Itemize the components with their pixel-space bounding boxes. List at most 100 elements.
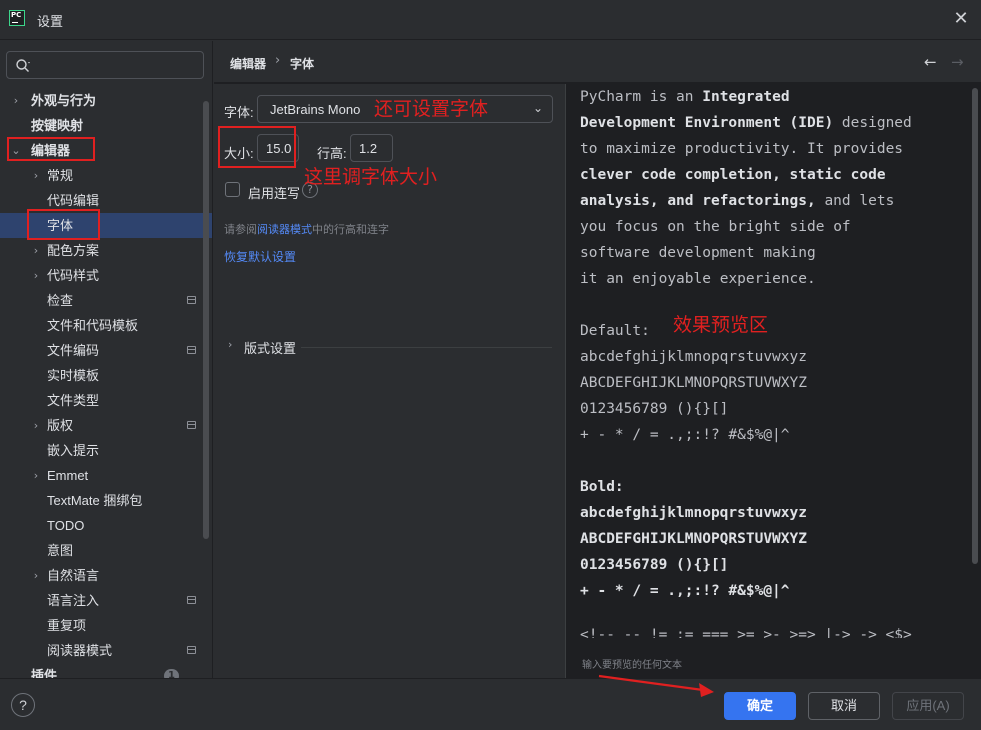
sidebar-item-label: 嵌入提示 bbox=[47, 443, 100, 458]
sidebar-item-label: 自然语言 bbox=[47, 568, 100, 583]
settings-tree: › 外观与行为 按键映射 ⌄ 编辑器 › 常规 代码编辑 字体 › 配色方案 › 代码样式 检查 文件和代码… bbox=[0, 88, 212, 678]
preview-line: abcdefghijklmnopqrstuvwxyz bbox=[580, 349, 807, 365]
sidebar-item[interactable]: 文件和代码模板 bbox=[0, 313, 212, 338]
chevron-right-icon[interactable]: › bbox=[30, 263, 42, 288]
breadcrumb-current: 字体 bbox=[290, 57, 315, 71]
preview-line: it an enjoyable experience. bbox=[580, 271, 816, 287]
font-family-value: JetBrains Mono bbox=[270, 102, 361, 117]
sidebar-item[interactable]: 文件编码 bbox=[0, 338, 212, 363]
font-label: 字体: bbox=[224, 105, 254, 120]
preview-line: 0123456789 (){}[] bbox=[580, 557, 729, 573]
chevron-right-icon[interactable]: › bbox=[30, 238, 42, 263]
preview-line: ABCDEFGHIJKLMNOPQRSTUVWXYZ bbox=[580, 531, 807, 547]
sidebar-item-label: 阅读器模式 bbox=[47, 643, 113, 658]
sidebar-item-label: TextMate 捆绑包 bbox=[47, 493, 143, 508]
chevron-right-icon[interactable]: › bbox=[10, 88, 22, 113]
annotation-font-note: 还可设置字体 bbox=[374, 98, 489, 120]
reader-mode-link[interactable]: 阅读器模式 bbox=[257, 224, 312, 236]
sidebar-item-label: 配色方案 bbox=[47, 243, 100, 258]
ligatures-checkbox[interactable] bbox=[225, 182, 240, 197]
sidebar-item-label: 外观与行为 bbox=[31, 93, 97, 108]
breadcrumb-separator: › bbox=[275, 53, 281, 68]
chevron-right-icon[interactable]: › bbox=[30, 463, 42, 488]
annotation-box-editor bbox=[7, 137, 95, 161]
preview-line: clever code completion, static code bbox=[580, 167, 886, 183]
sidebar-item[interactable]: › 版权 bbox=[0, 413, 212, 438]
sidebar-item[interactable]: › 外观与行为 bbox=[0, 88, 212, 113]
preview-line: you focus on the bright side of bbox=[580, 219, 851, 235]
chevron-right-icon[interactable]: › bbox=[228, 338, 232, 351]
section-divider bbox=[301, 347, 552, 348]
line-height-input[interactable]: 1.2 bbox=[350, 134, 393, 162]
sidebar-item[interactable]: › 常规 bbox=[0, 163, 212, 188]
project-scope-icon bbox=[187, 421, 196, 429]
sidebar-item-label: Emmet bbox=[47, 468, 89, 483]
sidebar-item[interactable]: 实时模板 bbox=[0, 363, 212, 388]
sidebar-item[interactable]: TextMate 捆绑包 bbox=[0, 488, 212, 513]
help-button[interactable]: ? bbox=[11, 693, 35, 717]
preview-line: + - * / = .,;:!? #&$%@|^ bbox=[580, 583, 790, 599]
search-input[interactable] bbox=[6, 51, 204, 79]
project-scope-icon bbox=[187, 346, 196, 354]
sidebar-item[interactable]: 重复项 bbox=[0, 613, 212, 638]
annotation-preview-note: 效果预览区 bbox=[673, 314, 769, 336]
preview-line: Development Environment (IDE) designed bbox=[580, 115, 912, 131]
preview-hint: 输入要预览的任何文本 bbox=[582, 660, 682, 671]
preview-line: ABCDEFGHIJKLMNOPQRSTUVWXYZ bbox=[580, 375, 807, 391]
reader-mode-hint: 请参阅阅读器模式中的行高和连字 bbox=[224, 221, 389, 237]
search-icon bbox=[16, 59, 30, 72]
breadcrumb-parent[interactable]: 编辑器 bbox=[230, 55, 266, 72]
main-panel: 编辑器 › 字体 ← → 字体: JetBrains Mono ⌄ 大小: 15… bbox=[214, 41, 981, 678]
sidebar-item-label: 实时模板 bbox=[47, 368, 100, 383]
sidebar-item[interactable]: 语言注入 bbox=[0, 588, 212, 613]
sidebar-item-label: 文件编码 bbox=[47, 343, 100, 358]
back-arrow-icon[interactable]: ← bbox=[924, 53, 937, 71]
preview-line: + - * / = .,;:!? #&$%@|^ bbox=[580, 427, 790, 443]
forward-arrow-icon[interactable]: → bbox=[951, 53, 964, 71]
sidebar-scrollbar[interactable] bbox=[203, 101, 209, 539]
sidebar-item[interactable]: 阅读器模式 bbox=[0, 638, 212, 663]
close-icon[interactable]: ✕ bbox=[951, 9, 971, 29]
ligatures-label[interactable]: 启用连写 bbox=[248, 183, 300, 202]
sidebar-item[interactable]: 按键映射 bbox=[0, 113, 212, 138]
sidebar-item[interactable]: › Emmet bbox=[0, 463, 212, 488]
hint-suffix: 中的行高和连字 bbox=[312, 224, 389, 236]
sidebar-item[interactable]: 意图 bbox=[0, 538, 212, 563]
sidebar-item[interactable]: 检查 bbox=[0, 288, 212, 313]
preview-line: Default: bbox=[580, 323, 650, 339]
sidebar-item-label: 常规 bbox=[47, 168, 74, 183]
sidebar-item[interactable]: 文件类型 bbox=[0, 388, 212, 413]
sidebar-item-label: 版权 bbox=[47, 418, 74, 433]
annotation-box-size bbox=[218, 126, 296, 168]
ok-button[interactable]: 确定 bbox=[724, 692, 796, 720]
sidebar-item[interactable]: 插件 1 bbox=[0, 663, 212, 678]
preview-line: software development making bbox=[580, 245, 816, 261]
sidebar-item[interactable]: 嵌入提示 bbox=[0, 438, 212, 463]
apply-button[interactable]: 应用(A) bbox=[892, 692, 964, 720]
project-scope-icon bbox=[187, 596, 196, 604]
chevron-right-icon[interactable]: › bbox=[30, 413, 42, 438]
layout-settings-section[interactable]: 版式设置 bbox=[244, 338, 296, 357]
sidebar-item[interactable]: TODO bbox=[0, 513, 212, 538]
cancel-button[interactable]: 取消 bbox=[808, 692, 880, 720]
sidebar-item-label: 意图 bbox=[47, 543, 74, 558]
hint-prefix: 请参阅 bbox=[224, 224, 257, 236]
sidebar-item-label: 插件 bbox=[31, 668, 58, 678]
sidebar-item-label: 文件类型 bbox=[47, 393, 100, 408]
font-preview-area[interactable]: <!-- -- != := === >= >- >=> |-> -> <$> 输… bbox=[565, 84, 981, 678]
dialog-footer: ? 确定 取消 应用(A) bbox=[0, 678, 981, 730]
sidebar-item[interactable]: › 自然语言 bbox=[0, 563, 212, 588]
sidebar-item-label: 语言注入 bbox=[47, 593, 100, 608]
sidebar-item-label: 重复项 bbox=[47, 618, 87, 633]
sidebar-item[interactable]: › 代码样式 bbox=[0, 263, 212, 288]
chevron-right-icon[interactable]: › bbox=[30, 163, 42, 188]
preview-scrollbar[interactable] bbox=[972, 88, 978, 564]
sidebar-item[interactable]: › 配色方案 bbox=[0, 238, 212, 263]
restore-defaults-link[interactable]: 恢复默认设置 bbox=[224, 248, 296, 265]
chevron-right-icon[interactable]: › bbox=[30, 563, 42, 588]
line-height-label: 行高: bbox=[317, 146, 347, 161]
sidebar-item-label: 按键映射 bbox=[31, 118, 84, 133]
sidebar-item-label: 代码样式 bbox=[47, 268, 100, 283]
annotation-box-font bbox=[27, 209, 100, 240]
preview-line: 0123456789 (){}[] bbox=[580, 401, 729, 417]
